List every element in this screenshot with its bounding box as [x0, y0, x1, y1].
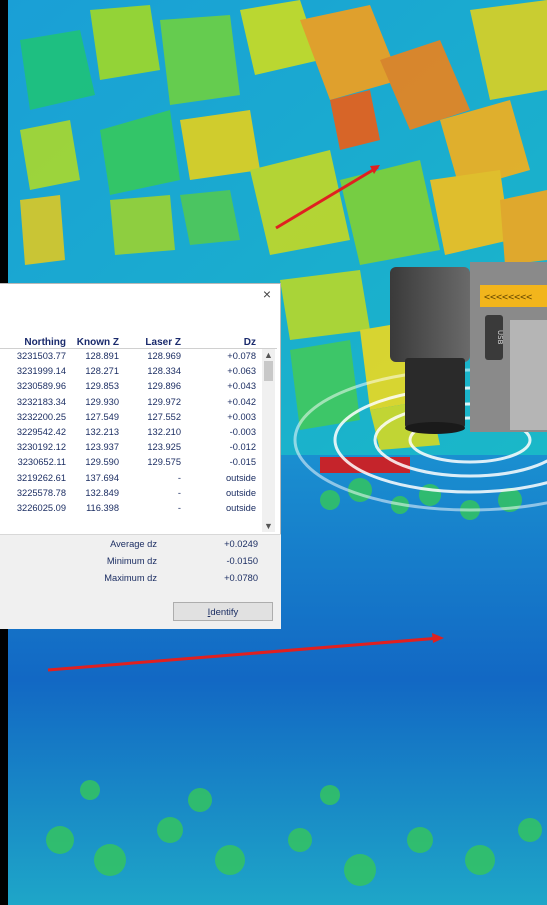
close-button[interactable]: ×	[260, 286, 274, 302]
table-row[interactable]: 3230652.11 129.590 129.575 -0.015	[0, 455, 262, 470]
table-row[interactable]: 3225578.78 132.849 - outside	[0, 486, 262, 501]
column-header-known-z[interactable]: Known Z	[68, 337, 130, 348]
table-row[interactable]: 3231999.14 128.271 128.334 +0.063	[0, 364, 262, 379]
minimum-dz-value: -0.0150	[226, 556, 258, 566]
scroll-up-arrow-icon[interactable]: ▲	[262, 349, 275, 361]
table-row[interactable]: 3232200.25 127.549 127.552 +0.003	[0, 410, 262, 425]
cell-known-z: 129.930	[85, 396, 119, 407]
maximum-dz-row: Maximum dz +0.0780	[0, 573, 281, 590]
cell-known-z: 128.271	[85, 366, 119, 377]
maximum-dz-label: Maximum dz	[104, 573, 157, 583]
cell-laser-z: 129.972	[147, 396, 181, 407]
cell-northing: 3231999.14	[16, 366, 66, 377]
cell-laser-z: 127.552	[147, 411, 181, 422]
cell-dz: outside	[226, 487, 256, 498]
cell-northing: 3226025.09	[16, 502, 66, 513]
cell-laser-z: -	[177, 502, 181, 513]
table-row[interactable]: 3229542.42 132.213 132.210 -0.003	[0, 425, 262, 440]
cell-northing: 3230192.12	[16, 442, 66, 453]
cell-northing: 3225578.78	[16, 487, 66, 498]
column-header-dz[interactable]: Dz	[192, 337, 259, 348]
accuracy-report-dialog: × Northing Known Z Laser Z Dz 3231503.77…	[0, 283, 281, 629]
minimum-dz-label: Minimum dz	[106, 556, 157, 566]
table-body: 3231503.77 128.891 128.969 +0.078 3231999.1…	[0, 349, 262, 516]
table-row[interactable]: 3219262.61 137.694 - outside	[0, 471, 262, 486]
average-dz-row: Average dz +0.0249	[0, 539, 281, 556]
table-row[interactable]: 3230192.12 123.937 123.925 -0.012	[0, 440, 262, 455]
cell-dz: +0.043	[227, 381, 256, 392]
table-scrollbar[interactable]: ▲ ▼	[262, 349, 275, 532]
cell-laser-z: 128.969	[147, 351, 181, 361]
cell-known-z: 137.694	[85, 472, 119, 483]
cell-dz: +0.042	[227, 396, 256, 407]
table-row[interactable]: 3226025.09 116.398 - outside	[0, 501, 262, 516]
dialog-footer: Identify	[0, 595, 281, 629]
cell-known-z: 129.853	[85, 381, 119, 392]
average-dz-label: Average dz	[110, 539, 157, 549]
cell-known-z: 116.398	[86, 502, 119, 513]
cell-dz: -0.015	[229, 457, 256, 468]
table-row[interactable]: 3230589.96 129.853 129.896 +0.043	[0, 379, 262, 394]
cell-laser-z: 128.334	[147, 366, 181, 377]
cell-dz: outside	[226, 472, 256, 483]
cell-known-z: 127.549	[85, 411, 119, 422]
average-dz-value: +0.0249	[224, 539, 258, 549]
cell-dz: outside	[226, 502, 256, 513]
cell-known-z: 132.213	[85, 426, 119, 437]
cell-northing: 3229542.42	[16, 426, 66, 437]
minimum-dz-row: Minimum dz -0.0150	[0, 556, 281, 573]
cell-dz: -0.012	[229, 442, 256, 453]
column-header-northing[interactable]: Northing	[0, 337, 68, 348]
cell-northing: 3230652.11	[17, 457, 66, 468]
cell-known-z: 129.590	[85, 457, 119, 468]
svg-text:<<<<<<<<: <<<<<<<<	[484, 292, 532, 303]
cell-dz: +0.003	[227, 411, 256, 422]
svg-text:USB: USB	[496, 330, 504, 345]
cell-known-z: 132.849	[85, 487, 119, 498]
cell-laser-z: 123.925	[147, 442, 181, 453]
cell-dz: -0.003	[229, 426, 256, 437]
cell-dz: +0.078	[227, 351, 256, 361]
scrollbar-thumb[interactable]	[264, 361, 273, 381]
control-points-table: Northing Known Z Laser Z Dz	[0, 332, 277, 349]
cell-northing: 3219262.61	[16, 472, 66, 483]
table-row[interactable]: 3232183.34 129.930 129.972 +0.042	[0, 395, 262, 410]
column-header-laser-z[interactable]: Laser Z	[130, 337, 192, 348]
cell-laser-z: 132.210	[147, 426, 181, 437]
cell-laser-z: 129.575	[147, 457, 181, 468]
dz-statistics: Average dz +0.0249 Minimum dz -0.0150 Ma…	[0, 534, 281, 596]
cell-dz: +0.063	[227, 366, 256, 377]
scroll-down-arrow-icon[interactable]: ▼	[262, 520, 275, 532]
identify-button[interactable]: Identify	[173, 602, 273, 621]
table-header: Northing Known Z Laser Z Dz	[0, 332, 277, 349]
cell-laser-z: -	[177, 472, 181, 483]
cell-laser-z: -	[177, 487, 181, 498]
cell-laser-z: 129.896	[147, 381, 181, 392]
cell-northing: 3232183.34	[16, 396, 66, 407]
cell-northing: 3232200.25	[16, 411, 66, 422]
cell-northing: 3231503.77	[16, 351, 66, 361]
cell-northing: 3230589.96	[16, 381, 66, 392]
cell-known-z: 123.937	[85, 442, 119, 453]
identify-button-label: dentify	[210, 607, 239, 618]
cell-known-z: 128.891	[85, 351, 119, 361]
table-row[interactable]: 3231503.77 128.891 128.969 +0.078	[0, 349, 262, 364]
maximum-dz-value: +0.0780	[224, 573, 258, 583]
